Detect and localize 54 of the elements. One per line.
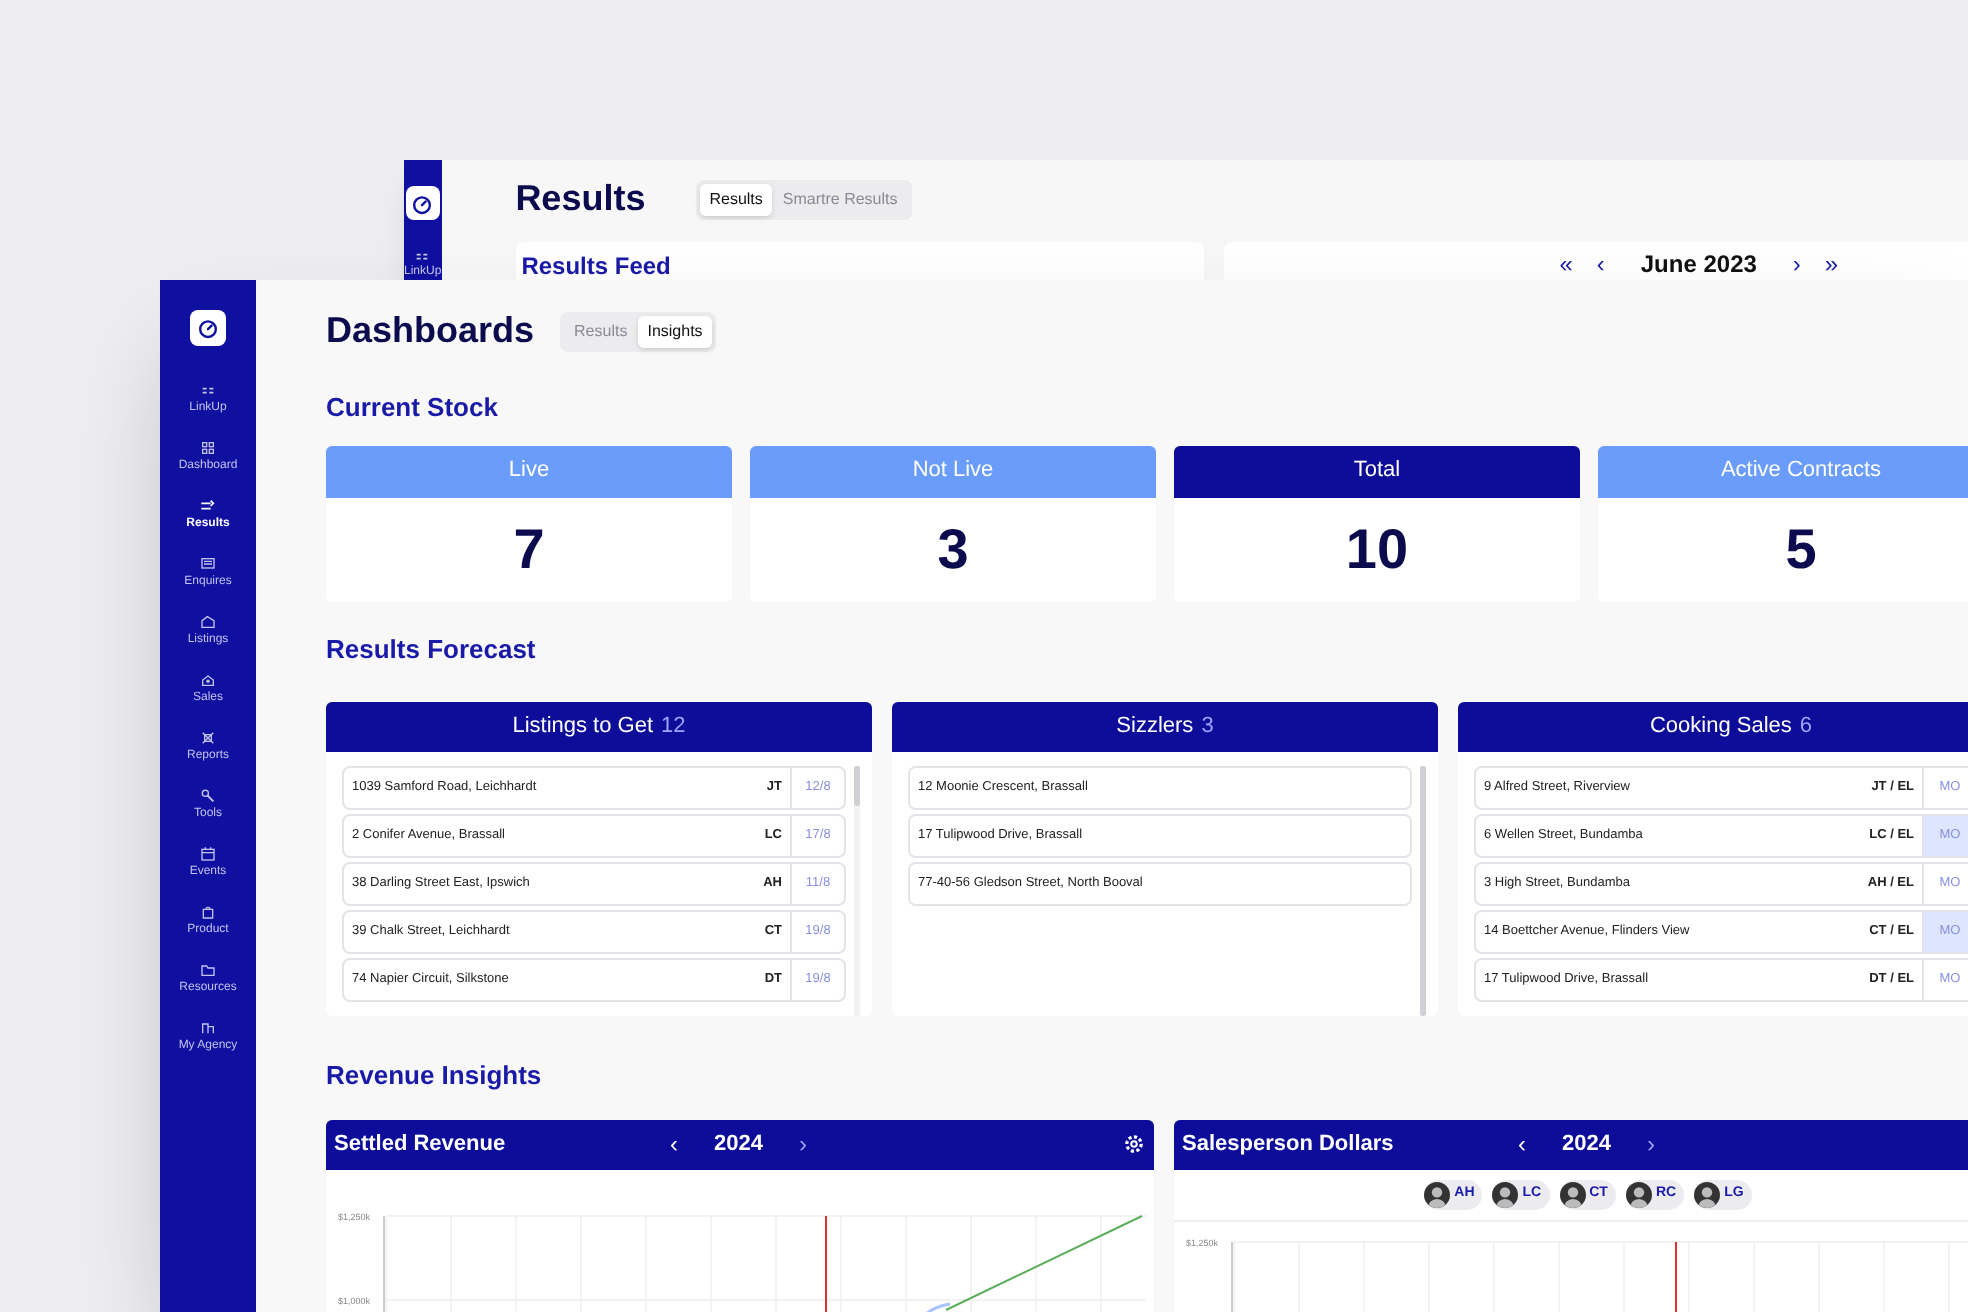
prev-button[interactable]: ‹ <box>1596 246 1605 282</box>
first-button[interactable]: « <box>1559 246 1573 282</box>
prev-button[interactable]: ‹ <box>654 1126 694 1162</box>
year-label: 2024 <box>1560 1129 1613 1160</box>
count-label: 12 <box>661 712 686 743</box>
card-title: Results Feed <box>521 250 673 284</box>
stock-count: 10 <box>1345 515 1409 583</box>
bag-icon <box>200 904 216 920</box>
column-title: Cooking Sales <box>1649 712 1792 743</box>
card-header: Total <box>1174 445 1580 497</box>
avatar-icon <box>1625 1181 1652 1207</box>
chart-title: Salesperson Dollars <box>1182 1129 1396 1160</box>
stock-count: 5 <box>1785 515 1817 583</box>
avatar-icon <box>1492 1181 1519 1207</box>
count-label: 6 <box>1799 712 1813 743</box>
calendar-icon <box>200 846 216 862</box>
column-title: Listings to Get <box>512 712 654 743</box>
avatar-icon <box>1424 1181 1451 1207</box>
prev-button[interactable]: ‹ <box>1502 1126 1542 1162</box>
next-button[interactable]: › <box>1630 1126 1671 1162</box>
section-title: Results Forecast <box>326 631 538 667</box>
tab[interactable]: Insights <box>637 315 713 347</box>
page-title: Dashboards <box>326 308 535 354</box>
next-button[interactable]: › <box>1792 246 1801 282</box>
card-header: Active Contracts <box>1598 445 1968 497</box>
column-title: Sizzlers <box>1116 712 1194 743</box>
tab[interactable]: Results <box>699 183 773 215</box>
avatar-icon <box>1694 1181 1721 1207</box>
section-title: Revenue Insights <box>326 1058 544 1094</box>
next-button[interactable]: › <box>782 1126 823 1162</box>
section-title: Current Stock <box>326 390 500 426</box>
folder-icon <box>200 962 216 978</box>
card-header: Not Live <box>750 445 1156 497</box>
message-icon <box>200 556 216 572</box>
stock-count: 3 <box>937 515 969 583</box>
avatar-icon <box>1559 1181 1586 1207</box>
house-icon <box>199 672 216 688</box>
month-label: June 2023 <box>1638 248 1759 282</box>
scrollbar[interactable] <box>854 766 860 806</box>
grid-icon <box>199 440 216 456</box>
stock-count: 7 <box>513 515 545 583</box>
scrollbar[interactable] <box>1420 766 1426 1016</box>
last-button[interactable]: » <box>1824 246 1839 282</box>
card-header: Live <box>326 445 732 497</box>
count-label: 3 <box>1201 712 1214 743</box>
crosshair-icon <box>199 730 216 746</box>
year-label: 2024 <box>712 1129 765 1160</box>
settings-icon[interactable] <box>1122 1132 1146 1156</box>
building-icon <box>199 1020 216 1036</box>
logo-icon <box>190 310 226 346</box>
arrows-icon <box>200 498 216 514</box>
house-icon <box>200 614 216 630</box>
chart-title: Settled Revenue <box>334 1129 508 1160</box>
page-title: Results <box>515 176 646 222</box>
